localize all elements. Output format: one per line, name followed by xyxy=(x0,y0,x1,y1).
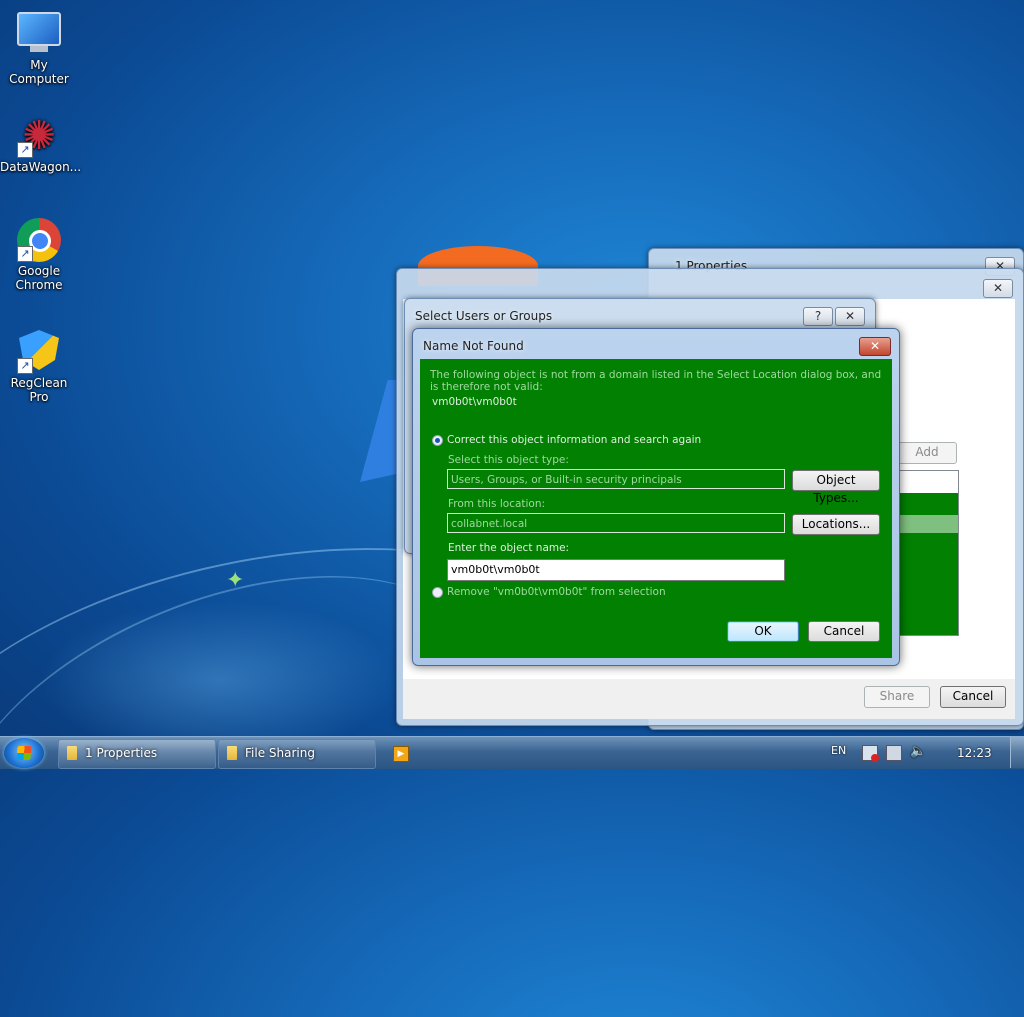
computer-icon xyxy=(17,12,61,56)
share-button[interactable]: Share xyxy=(864,686,930,708)
radio-remove-label: Remove "vm0b0t\vm0b0t" from selection xyxy=(447,586,666,598)
message-text: The following object is not from a domai… xyxy=(430,369,882,393)
close-button[interactable]: ✕ xyxy=(859,337,891,356)
desktop-icon-label: Google Chrome xyxy=(15,264,63,292)
name-not-found-dialog: Name Not Found ✕ The following object is… xyxy=(412,328,900,666)
shortcut-arrow-icon: ↗ xyxy=(17,142,33,158)
action-center-icon[interactable] xyxy=(862,745,879,762)
taskbar-button-file-sharing[interactable]: File Sharing xyxy=(218,739,376,769)
locations-button[interactable]: Locations... xyxy=(792,514,880,535)
start-button[interactable] xyxy=(4,738,44,768)
show-desktop-button[interactable] xyxy=(1010,737,1024,768)
desktop-icon-label: DataWagon... xyxy=(0,160,82,174)
radio-correct[interactable] xyxy=(432,435,443,446)
windows-logo-icon xyxy=(16,746,32,760)
chrome-icon: ↗ xyxy=(17,218,61,262)
close-icon: ✕ xyxy=(869,339,881,353)
object-text: vm0b0t\vm0b0t xyxy=(432,396,517,408)
media-player-icon[interactable]: ▶ xyxy=(393,746,409,762)
folder-icon xyxy=(67,746,77,760)
network-icon[interactable] xyxy=(886,745,902,761)
object-type-field: Users, Groups, or Built-in security prin… xyxy=(447,469,785,489)
object-types-button[interactable]: Object Types... xyxy=(792,470,880,505)
folder-icon xyxy=(227,746,237,760)
shortcut-arrow-icon: ↗ xyxy=(17,246,33,262)
taskbar-button-properties[interactable]: 1 Properties xyxy=(58,739,216,769)
ok-button[interactable]: OK xyxy=(727,621,799,642)
wallpaper-leaf-icon: ✦ xyxy=(226,568,245,593)
radio-correct-label: Correct this object information and sear… xyxy=(447,434,702,446)
desktop-icon-regclean[interactable]: ↗ RegClean Pro xyxy=(0,330,78,404)
dialog-title: Name Not Found xyxy=(423,339,524,353)
clock[interactable]: 12:23 xyxy=(957,746,992,760)
language-indicator[interactable]: EN xyxy=(831,744,846,757)
desktop-icon-chrome[interactable]: ↗ Google Chrome xyxy=(0,218,78,292)
list-item[interactable] xyxy=(900,471,958,493)
close-icon: ✕ xyxy=(992,281,1004,295)
location-field: collabnet.local xyxy=(447,513,785,533)
taskbar-button-label: File Sharing xyxy=(245,746,315,760)
object-name-label: Enter the object name: xyxy=(448,542,570,554)
location-label: From this location: xyxy=(448,498,546,510)
desktop-icon-datawagon[interactable]: ✺ ↗ DataWagon... xyxy=(0,114,82,174)
permissions-list[interactable] xyxy=(899,470,959,636)
list-item-selected[interactable] xyxy=(900,515,958,533)
add-button[interactable]: Add xyxy=(897,442,957,464)
shortcut-arrow-icon: ↗ xyxy=(17,358,33,374)
radio-remove[interactable] xyxy=(432,587,443,598)
taskbar-button-label: 1 Properties xyxy=(85,746,158,760)
regclean-icon: ↗ xyxy=(17,330,61,374)
object-type-label: Select this object type: xyxy=(448,454,569,466)
close-button[interactable]: ✕ xyxy=(983,279,1013,298)
cancel-button[interactable]: Cancel xyxy=(940,686,1006,708)
desktop-icon-label: My Computer xyxy=(9,58,69,86)
close-icon: ✕ xyxy=(844,309,856,323)
datawagon-icon: ✺ ↗ xyxy=(17,114,61,158)
cancel-button[interactable]: Cancel xyxy=(808,621,880,642)
desktop-icon-my-computer[interactable]: My Computer xyxy=(0,8,78,86)
window-title: Select Users or Groups xyxy=(415,309,553,323)
desktop-icon-label: RegClean Pro xyxy=(10,376,68,404)
volume-icon[interactable]: 🔈 xyxy=(910,745,926,759)
object-name-input[interactable]: vm0b0t\vm0b0t xyxy=(447,559,785,581)
close-button[interactable]: ✕ xyxy=(835,307,865,326)
help-icon: ? xyxy=(814,309,822,323)
help-button[interactable]: ? xyxy=(803,307,833,326)
dialog-body: The following object is not from a domai… xyxy=(420,359,892,658)
